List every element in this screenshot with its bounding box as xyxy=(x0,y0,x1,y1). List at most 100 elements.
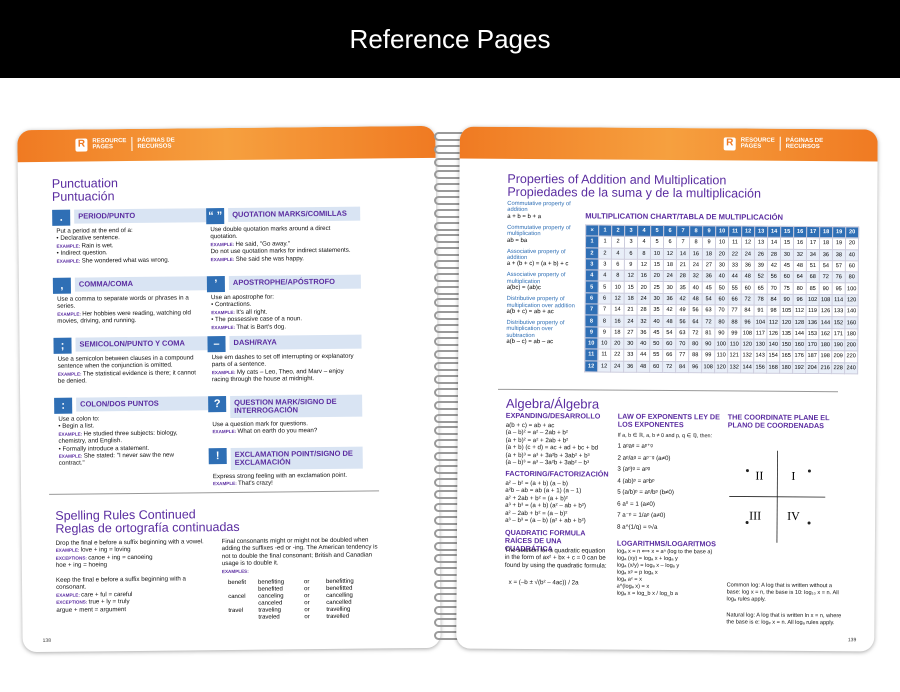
mult-cell: 27 xyxy=(623,326,637,339)
punctuation-mark-icon: – xyxy=(207,336,226,353)
punctuation-mark-icon: , xyxy=(52,277,71,294)
mult-cell: 100 xyxy=(845,283,859,295)
mult-cell: 16 xyxy=(610,315,625,327)
right-page: R RESOURCE PAGES PÁGINAS DE RECURSOS Pro… xyxy=(456,126,878,652)
mult-cell: 4 xyxy=(585,270,599,282)
mult-cell: 32 xyxy=(636,315,651,328)
mult-header-cell: 11 xyxy=(728,225,742,238)
mult-cell: 15 xyxy=(650,259,664,271)
mult-cell: 135 xyxy=(779,327,793,340)
section-title: COMMA/COMA xyxy=(74,276,207,292)
mult-cell: 12 xyxy=(597,360,611,372)
mult-cell: 5 xyxy=(650,236,664,249)
mult-cell: 220 xyxy=(844,351,858,363)
mult-header-cell: 17 xyxy=(806,226,820,238)
mult-cell: 108 xyxy=(740,327,754,340)
mult-cell: 13 xyxy=(754,237,768,249)
mult-cell: 20 xyxy=(650,270,664,282)
mult-cell: 91 xyxy=(754,305,768,317)
mult-cell: 60 xyxy=(662,338,676,350)
mult-cell: 77 xyxy=(675,349,689,362)
mult-cell: 1 xyxy=(585,236,599,248)
punctuation-mark-icon: ’ xyxy=(206,276,225,293)
mult-header-cell: 6 xyxy=(663,225,677,237)
mult-cell: 7 xyxy=(598,304,612,316)
mult-cell: 112 xyxy=(793,305,807,317)
mult-cell: 132 xyxy=(740,350,754,362)
section-body: Put a period at the end of a: • Declarat… xyxy=(56,226,170,265)
mult-cell: 10 xyxy=(715,237,729,249)
section-title: EXCLAMATION POINT/SIGNO DE EXCLAMACIÓN xyxy=(230,446,363,470)
mult-cell: 3 xyxy=(624,236,638,248)
property-formula: a + (b + c) = (a + b) + c xyxy=(506,261,569,268)
mult-cell: 84 xyxy=(767,293,781,306)
mult-cell: 72 xyxy=(741,293,755,306)
mult-cell: 28 xyxy=(637,304,651,316)
mult-cell: 19 xyxy=(832,237,846,250)
mult-cell: 5 xyxy=(585,281,599,293)
mult-cell: 63 xyxy=(702,304,716,317)
mult-cell: 40 xyxy=(636,338,650,350)
mult-cell: 80 xyxy=(688,338,702,351)
mult-cell: 25 xyxy=(650,281,664,294)
mult-cell: 40 xyxy=(845,249,859,261)
mult-cell: 22 xyxy=(610,349,624,361)
mult-cell: 21 xyxy=(676,259,690,271)
mult-cell: 160 xyxy=(844,317,859,329)
mult-cell: 77 xyxy=(728,305,742,317)
mult-cell: 66 xyxy=(728,293,742,306)
mult-cell: 24 xyxy=(663,270,677,283)
mult-cell: 54 xyxy=(662,327,676,339)
section-title: COLON/DOS PUNTOS xyxy=(76,396,209,412)
mult-cell: 90 xyxy=(780,294,794,306)
expanding-line: (a – b)³ = a³ – 3a²b + 3ab² – b³ xyxy=(505,458,590,467)
mult-cell: 176 xyxy=(792,350,806,363)
resource-badge: R RESOURCE PAGES PÁGINAS DE RECURSOS xyxy=(75,136,177,152)
mult-cell: 24 xyxy=(623,315,638,327)
mult-cell: 4 xyxy=(611,247,625,260)
mult-cell: 42 xyxy=(676,293,690,305)
mult-cell: 2 xyxy=(598,247,612,259)
mult-cell: 60 xyxy=(845,260,859,273)
mult-cell: 8 xyxy=(637,247,651,260)
mult-cell: 76 xyxy=(832,271,846,284)
mult-cell: 55 xyxy=(728,282,742,294)
mult-cell: 152 xyxy=(831,317,846,329)
mult-cell: 24 xyxy=(637,293,651,305)
mult-cell: 130 xyxy=(753,339,767,351)
mult-header-cell: 14 xyxy=(767,226,781,238)
mult-cell: 90 xyxy=(819,283,833,295)
resource-logo-icon: R xyxy=(75,137,88,152)
mult-cell: 90 xyxy=(701,338,715,351)
mult-cell: 36 xyxy=(819,249,833,261)
mult-cell: 28 xyxy=(767,248,781,261)
mult-cell: 9 xyxy=(624,259,638,271)
mult-cell: 20 xyxy=(845,238,859,250)
section-body: Use a question mark for questions. EXAMP… xyxy=(212,420,318,436)
mult-header-cell: 10 xyxy=(715,225,729,238)
mult-cell: 9 xyxy=(584,326,598,338)
mult-cell: 168 xyxy=(766,361,780,374)
mult-cell: 54 xyxy=(819,260,833,272)
mult-cell: 20 xyxy=(637,281,651,294)
multiplication-chart: × 1 2 3 4 5 6 7 8 9 10 11 12 13 14 15 16 17 18 19 20 1 1 2 3 4 5 6 7… xyxy=(584,224,859,374)
mult-cell: 38 xyxy=(832,249,846,261)
punctuation-mark-icon: . xyxy=(52,209,71,226)
mult-cell: 11 xyxy=(584,349,598,361)
mult-header-cell: 5 xyxy=(650,225,664,237)
mult-cell: 8 xyxy=(611,270,625,282)
mult-cell: 9 xyxy=(597,326,611,339)
punctuation-mark-icon: ! xyxy=(208,448,227,465)
mult-cell: 126 xyxy=(819,305,833,318)
property-name: Commutative property of addition xyxy=(507,200,571,214)
mult-cell: 14 xyxy=(767,237,781,249)
mult-cell: 30 xyxy=(715,259,729,272)
mult-cell: 204 xyxy=(805,362,819,374)
mult-cell: 10 xyxy=(611,281,625,293)
quadrant-i: I xyxy=(791,468,796,483)
mult-header-cell: 2 xyxy=(611,225,625,237)
section-title: DASH/RAYA xyxy=(229,334,362,350)
mult-cell: 228 xyxy=(831,362,845,374)
mult-cell: 72 xyxy=(819,271,833,284)
mult-cell: 98 xyxy=(767,305,781,317)
